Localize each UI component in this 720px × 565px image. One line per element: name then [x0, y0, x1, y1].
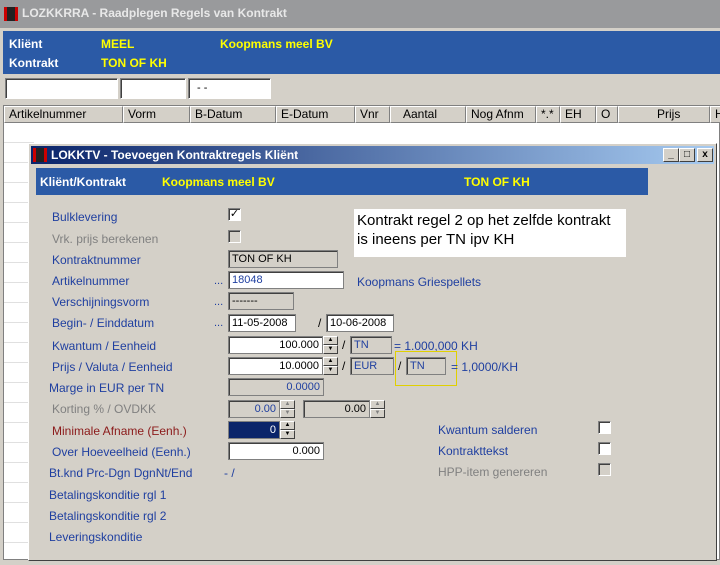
prijs-label: Prijs / Valuta / Eenheid: [52, 360, 173, 374]
col-aantal[interactable]: Aantal: [390, 106, 466, 123]
korting-spinner-1[interactable]: ▲ ▼: [280, 400, 295, 418]
min-afname-spinner[interactable]: ▲ ▼: [280, 421, 295, 439]
betalingskonditie-2-label[interactable]: Betalingskonditie rgl 2: [49, 509, 166, 523]
valuta-separator: /: [342, 359, 346, 373]
filter-field-1[interactable]: [5, 78, 118, 99]
dialog-title: LOKKTV - Toevoegen Kontraktregels Kliënt: [51, 148, 299, 162]
col-o[interactable]: O: [596, 106, 618, 123]
col-e-datum[interactable]: E-Datum: [276, 106, 355, 123]
filter-field-2[interactable]: [120, 78, 186, 99]
kontrakttekst-label: Kontrakttekst: [438, 444, 509, 458]
kwantum-separator: /: [342, 338, 346, 352]
col-artikelnummer[interactable]: Artikelnummer: [4, 106, 123, 123]
min-afname-field[interactable]: 0: [228, 421, 280, 439]
korting-spinner-2[interactable]: ▲ ▼: [370, 400, 385, 418]
lookup-dots: ...: [214, 317, 224, 329]
dialog-titlebar[interactable]: LOKKTV - Toevoegen Kontraktregels Kliënt…: [31, 146, 714, 164]
app-icon: [33, 148, 47, 162]
vrk-label: Vrk. prijs berekenen: [52, 232, 159, 246]
artikel-description: Koopmans Griespellets: [357, 275, 482, 289]
artikelnummer-label: Artikelnummer: [52, 274, 130, 288]
contract-label: Kontrakt: [9, 56, 59, 70]
header-contract: TON OF KH: [464, 175, 530, 189]
minimize-button[interactable]: _: [663, 148, 679, 162]
client-name: Koopmans meel BV: [220, 37, 333, 51]
client-code: MEEL: [101, 37, 135, 51]
btkd-label: Bt.knd Prc-Dgn DgnNt/End: [49, 466, 193, 480]
marge-field[interactable]: 0.0000: [228, 378, 324, 396]
col-b-datum[interactable]: B-Datum: [190, 106, 276, 123]
verschijningsvorm-label: Verschijningsvorm: [52, 295, 150, 309]
hpp-checkbox[interactable]: [598, 463, 611, 476]
maximize-button[interactable]: □: [679, 148, 695, 162]
eind-datum-field[interactable]: 10-06-2008: [326, 314, 394, 332]
app-icon: [4, 7, 18, 21]
datum-label: Begin- / Einddatum: [52, 316, 155, 330]
col-vnr[interactable]: Vnr: [355, 106, 390, 123]
kwantum-salderen-label: Kwantum salderen: [438, 423, 538, 437]
marge-label: Marge in EUR per TN: [49, 381, 165, 395]
vrk-checkbox[interactable]: [228, 230, 241, 243]
contract-value: TON OF KH: [101, 56, 167, 70]
filter-field-date[interactable]: - -: [188, 78, 271, 99]
main-window-title: LOZKKRRA - Raadplegen Regels van Kontrak…: [22, 6, 287, 20]
bulk-label: Bulklevering: [52, 210, 118, 224]
kwantum-label: Kwantum / Eenheid: [52, 339, 157, 353]
korting-field-1[interactable]: 0.00: [228, 400, 280, 418]
kwantum-salderen-checkbox[interactable]: [598, 421, 611, 434]
client-contract-header: Kliënt MEEL Koopmans meel BV Kontrakt TO…: [3, 31, 720, 74]
verschijningsvorm-field[interactable]: -------: [228, 292, 294, 310]
col-prijs[interactable]: Prijs: [618, 106, 710, 123]
dialog-client-contract-header: Kliënt/Kontrakt Koopmans meel BV TON OF …: [36, 168, 648, 195]
hpp-label: HPP-item genereren: [438, 465, 548, 479]
client-label: Kliënt: [9, 37, 43, 51]
leveringskonditie-label[interactable]: Leveringskonditie: [49, 530, 142, 544]
artikelnummer-field[interactable]: 18048: [228, 271, 344, 289]
highlight-box: [395, 351, 457, 386]
prijs-conversion: = 1,0000/KH: [451, 360, 519, 374]
btkd-value: - /: [224, 466, 235, 480]
main-window-titlebar[interactable]: LOZKKRRA - Raadplegen Regels van Kontrak…: [0, 0, 720, 28]
header-label: Kliënt/Kontrakt: [40, 175, 127, 189]
prijs-spinner[interactable]: ▲ ▼: [323, 357, 338, 375]
kwantum-unit-field[interactable]: TN: [350, 336, 392, 354]
over-hoeveelheid-label: Over Hoeveelheid (Eenh.): [52, 445, 191, 459]
annotation-note: Kontrakt regel 2 op het zelfde kontrakt …: [354, 209, 626, 257]
col-vorm[interactable]: Vorm: [123, 106, 190, 123]
col-star[interactable]: *.*: [536, 106, 560, 123]
date-separator: /: [318, 316, 322, 330]
header-client-name: Koopmans meel BV: [162, 175, 275, 189]
begin-datum-field[interactable]: 11-05-2008: [228, 314, 296, 332]
over-hoeveelheid-field[interactable]: 0.000: [228, 442, 324, 460]
min-afname-label: Minimale Afname (Eenh.): [52, 424, 187, 438]
betalingskonditie-1-label[interactable]: Betalingskonditie rgl 1: [49, 488, 166, 502]
kwantum-field[interactable]: 100.000: [228, 336, 323, 354]
lookup-dots: ...: [214, 275, 224, 287]
close-button[interactable]: x: [697, 148, 713, 162]
korting-label: Korting % / OVDKK: [52, 402, 157, 416]
kontraktnummer-field[interactable]: TON OF KH: [228, 250, 338, 268]
kontrakttekst-checkbox[interactable]: [598, 442, 611, 455]
col-nog-afnm[interactable]: Nog Afnm: [466, 106, 536, 123]
col-eh[interactable]: EH: [560, 106, 596, 123]
lookup-dots: ...: [214, 296, 224, 308]
kontraktnummer-label: Kontraktnummer: [52, 253, 141, 267]
prijs-field[interactable]: 10.0000: [228, 357, 323, 375]
korting-field-2[interactable]: 0.00: [303, 400, 370, 418]
col-h[interactable]: H: [710, 106, 720, 123]
bulk-checkbox[interactable]: ✓: [228, 208, 241, 221]
kwantum-spinner[interactable]: ▲ ▼: [323, 336, 338, 354]
add-contract-lines-dialog: LOKKTV - Toevoegen Kontraktregels Kliënt…: [28, 143, 717, 561]
valuta-field[interactable]: EUR: [350, 357, 394, 375]
